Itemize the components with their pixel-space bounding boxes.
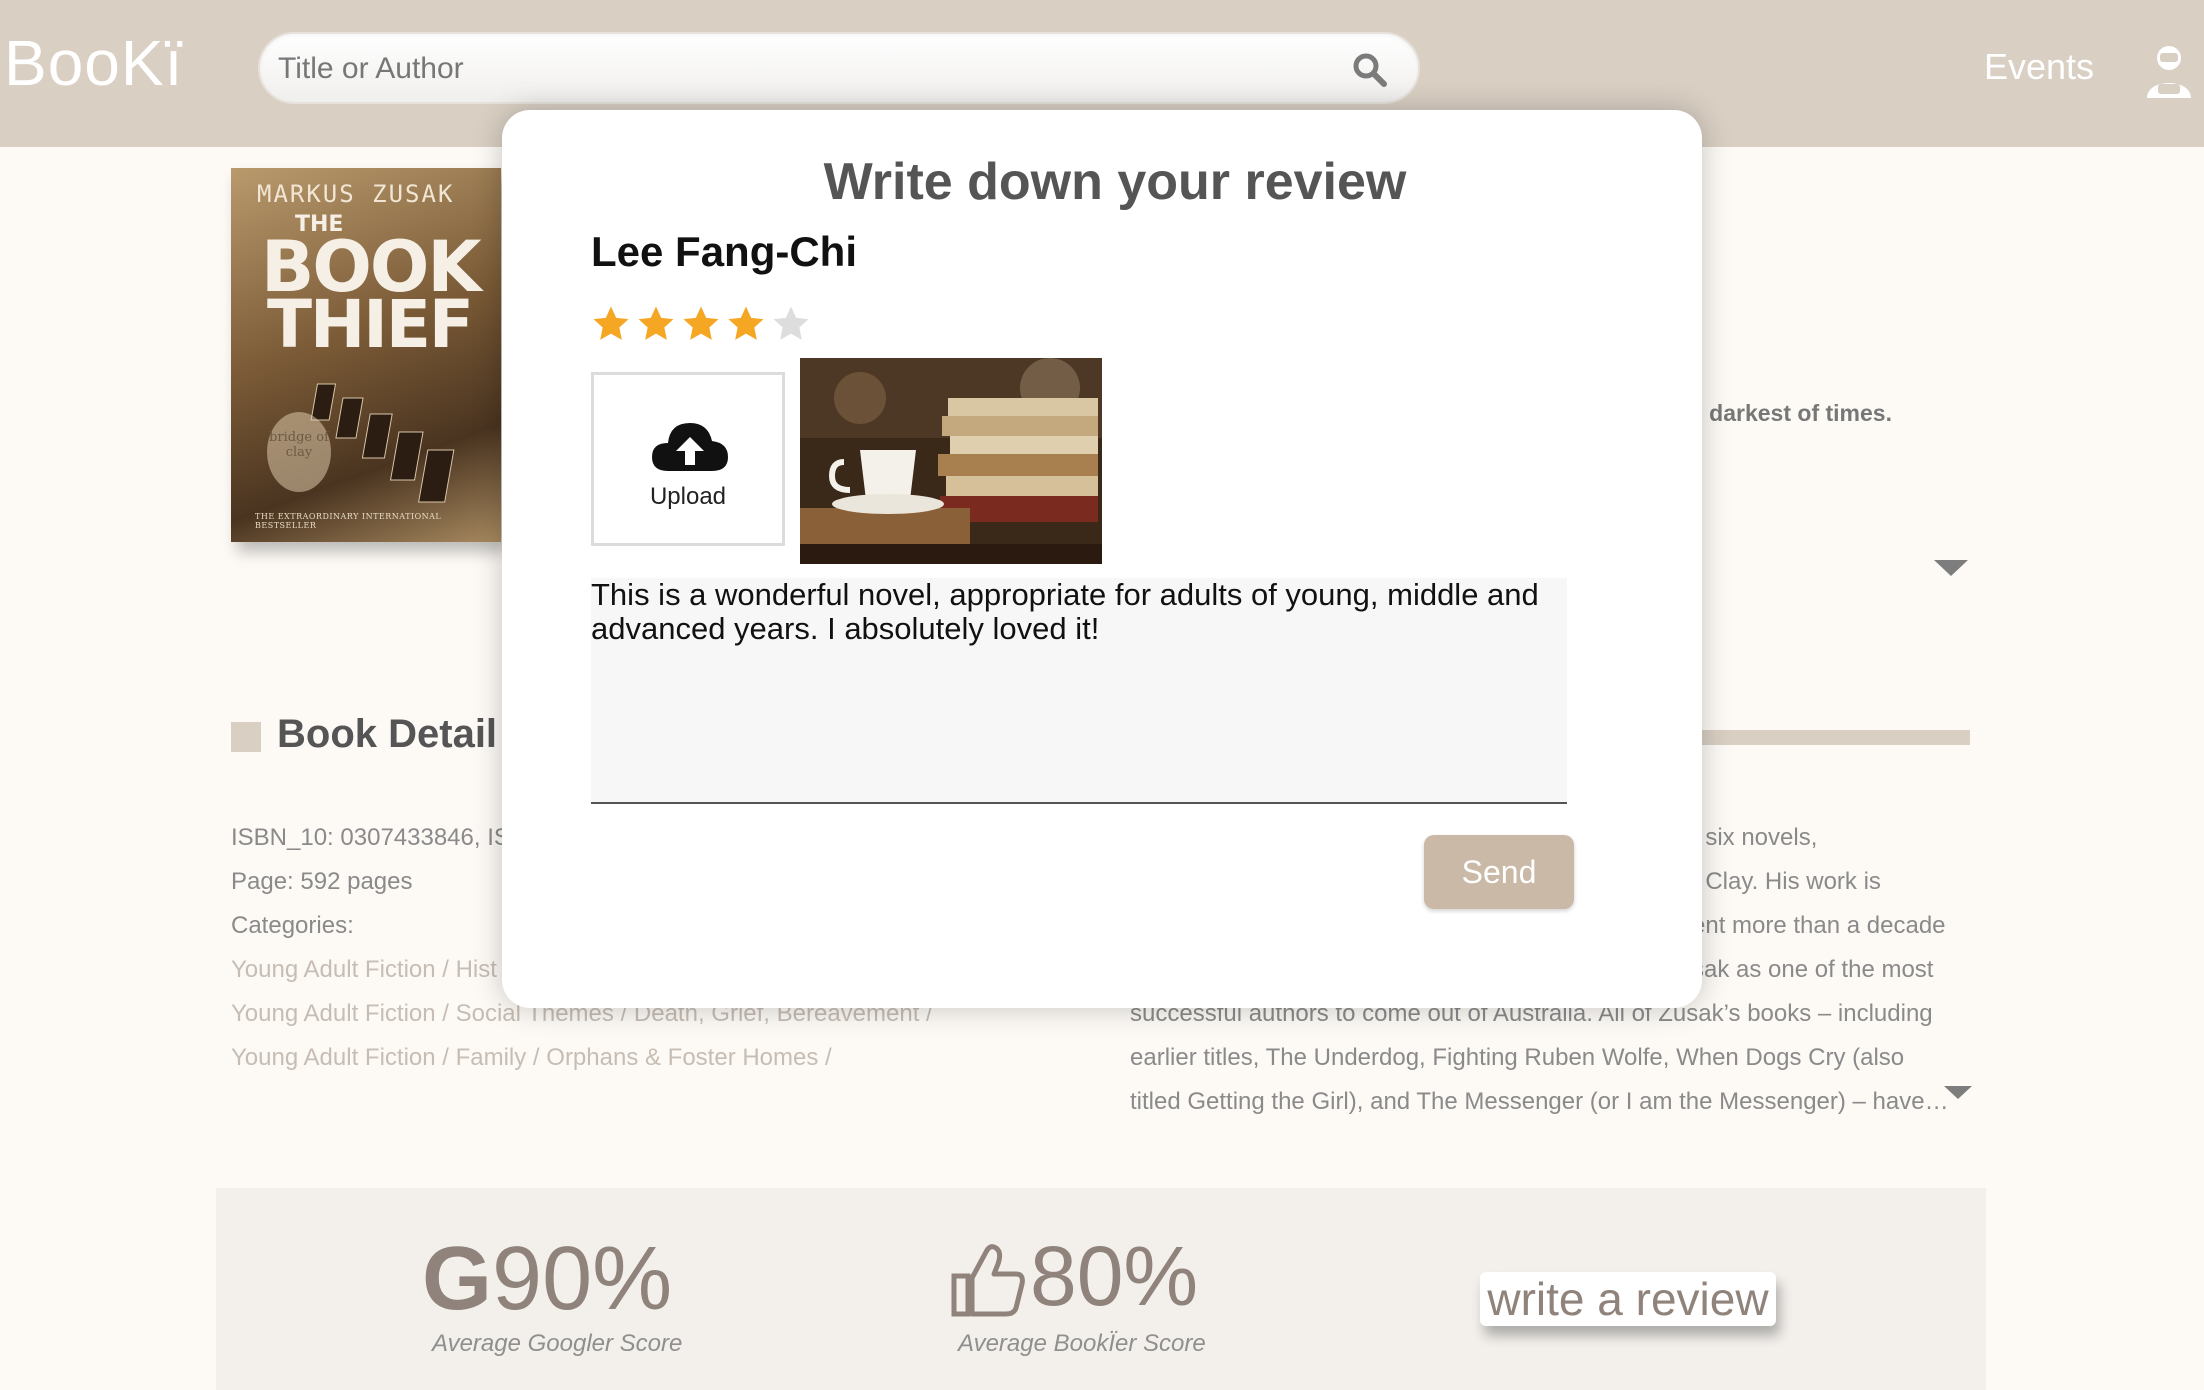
- google-g-icon: G: [422, 1229, 493, 1329]
- google-score-label: Average Googler Score: [432, 1330, 683, 1357]
- cover-author-text: MARKUS ZUSAK: [257, 180, 455, 208]
- modal-title: Write down your review: [823, 153, 1407, 211]
- star-rating[interactable]: [591, 304, 811, 348]
- write-review-button[interactable]: write a review: [1480, 1272, 1776, 1326]
- book-tagline: e darkest of times.: [1690, 400, 1892, 426]
- expand-about-caret-icon[interactable]: [1944, 1086, 1972, 1099]
- star-filled-icon[interactable]: [591, 304, 631, 344]
- expand-description-caret-icon[interactable]: [1934, 560, 1968, 576]
- cover-title-line2: THIEF: [267, 286, 474, 363]
- upload-button[interactable]: Upload: [591, 372, 785, 546]
- category-link[interactable]: Young Adult Fiction / Family / Orphans &…: [231, 1036, 933, 1080]
- star-filled-icon[interactable]: [681, 304, 721, 344]
- section-marker: [231, 722, 261, 752]
- star-empty-icon[interactable]: [771, 304, 811, 344]
- app-logo[interactable]: BooKï: [4, 26, 183, 100]
- upload-label: Upload: [649, 483, 727, 510]
- about-line: earlier titles, The Underdog, Fighting R…: [1130, 1044, 1905, 1071]
- nav-events-link[interactable]: Events: [1984, 46, 2094, 88]
- user-avatar-icon[interactable]: [2144, 44, 2194, 100]
- google-score: G90%: [422, 1228, 672, 1331]
- scores-panel: G90% Average Googler Score 80% Average B…: [216, 1188, 1986, 1390]
- cover-footer-text: THE EXTRAORDINARY INTERNATIONAL BESTSELL…: [255, 512, 442, 530]
- thumbs-up-icon: [951, 1244, 1025, 1317]
- search-input[interactable]: [278, 48, 1318, 90]
- section-divider-bar: [1690, 730, 1970, 745]
- review-textarea[interactable]: This is a wonderful novel, appropriate f…: [591, 578, 1567, 804]
- uploaded-photo-thumbnail[interactable]: [800, 358, 1102, 564]
- send-button[interactable]: Send: [1424, 835, 1574, 909]
- cloud-upload-icon: [652, 423, 728, 471]
- book-details-heading: Book Detail: [277, 712, 498, 756]
- star-filled-icon[interactable]: [726, 304, 766, 344]
- google-score-value: 90%: [492, 1229, 673, 1329]
- review-modal: Write down your review Lee Fang-Chi Uplo…: [502, 110, 1702, 1008]
- book-cover-image: MARKUS ZUSAK THE BOOK THIEF bridge of cl…: [231, 168, 501, 542]
- search-bar[interactable]: [258, 32, 1420, 104]
- cover-badge: bridge of clay: [267, 412, 331, 492]
- search-icon[interactable]: [1352, 52, 1388, 88]
- bookier-score-value: 80%: [1030, 1229, 1199, 1323]
- star-filled-icon[interactable]: [636, 304, 676, 344]
- reviewer-name: Lee Fang-Chi: [591, 228, 858, 275]
- about-line: titled Getting the Girl), and The Messen…: [1130, 1088, 1949, 1115]
- bookier-score-label: Average BookÏer Score: [958, 1330, 1206, 1357]
